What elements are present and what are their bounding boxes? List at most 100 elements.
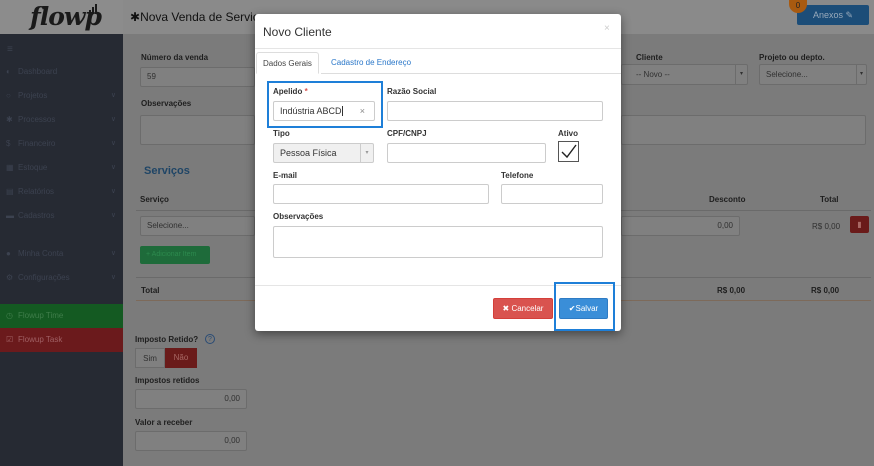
servico-select[interactable]: Selecione...	[140, 216, 255, 236]
sidebar-item-configuracoes[interactable]: ⚙ Configurações ∨	[0, 266, 123, 290]
user-icon: ●	[6, 249, 11, 258]
cancel-label: Cancelar	[511, 304, 544, 313]
help-icon[interactable]: ?	[205, 334, 215, 344]
sidebar-item-flowup-time[interactable]: ◷ Flowup Time	[0, 304, 123, 328]
impostos-retidos-input[interactable]: 0,00	[135, 389, 247, 409]
desconto-col-header: Desconto	[709, 195, 746, 204]
email-input[interactable]	[273, 184, 489, 204]
logo-signal-icon	[89, 4, 99, 14]
sidebar-item-label: Processos	[18, 115, 56, 124]
valor-receber-input[interactable]: 0,00	[135, 431, 247, 451]
cpf-cnpj-label: CPF/CNPJ	[387, 129, 427, 138]
sidebar: ≡ ◐ Dashboard ○ Projetos ∨ ✱ Processos ∨ $ Fin…	[0, 34, 123, 466]
dollar-icon: $	[6, 139, 11, 148]
sidebar-item-minha-conta[interactable]: ● Minha Conta ∨	[0, 242, 123, 266]
chevron-down-icon: ▾	[360, 144, 373, 162]
pencil-icon: ✎	[845, 10, 854, 20]
sidebar-item-label: Flowup Task	[18, 335, 63, 344]
sidebar-item-label: Estoque	[18, 163, 48, 172]
total-label: Total	[141, 286, 160, 295]
page-title-text: Nova Venda de Serviço	[140, 10, 266, 24]
total-col-header: Total	[820, 195, 839, 204]
valor-receber-label: Valor a receber	[135, 418, 193, 427]
sidebar-item-cadastros[interactable]: ▬ Cadastros ∨	[0, 204, 123, 228]
servicos-title: Serviços	[144, 165, 190, 177]
modal-title: Novo Cliente	[263, 25, 332, 39]
cliente-select[interactable]: -- Novo -- ▾	[621, 64, 748, 85]
sidebar-item-processos[interactable]: ✱ Processos ∨	[0, 108, 123, 132]
sidebar-item-dashboard[interactable]: ◐ Dashboard	[0, 60, 123, 84]
chevron-down-icon: ∨	[110, 250, 116, 257]
tab-cadastro-endereco[interactable]: Cadastro de Endereço	[325, 52, 417, 74]
modal-header-divider	[255, 48, 621, 49]
sidebar-item-label: Minha Conta	[18, 249, 64, 258]
anexos-label: Anexos	[812, 10, 843, 20]
sidebar-item-flowup-task[interactable]: ☑ Flowup Task	[0, 328, 123, 352]
folder-icon: ▬	[6, 211, 14, 220]
sidebar-item-label: Projetos	[18, 91, 48, 100]
tipo-label: Tipo	[273, 129, 290, 138]
page-title: ✱Nova Venda de Serviço	[130, 10, 266, 24]
numero-input[interactable]: 59	[140, 67, 255, 87]
novo-cliente-modal: Novo Cliente × Dados Gerais Cadastro de …	[255, 14, 621, 331]
servico-col-header: Serviço	[140, 195, 169, 204]
chevron-down-icon: ∨	[110, 212, 116, 219]
desconto-input[interactable]: 0,00	[621, 216, 740, 236]
menu-toggle-icon[interactable]: ≡	[7, 44, 13, 55]
projeto-select[interactable]: Selecione... ▾	[759, 64, 867, 85]
grid-icon: ▦	[6, 163, 14, 172]
tab-dados-gerais[interactable]: Dados Gerais	[256, 52, 319, 74]
telefone-input[interactable]	[501, 184, 603, 204]
tipo-select[interactable]: Pessoa Física ▾	[273, 143, 374, 163]
trash-icon: ▮	[857, 220, 862, 229]
observacoes-modal-input[interactable]	[273, 226, 603, 258]
cancel-button[interactable]: ✖ Cancelar	[493, 298, 553, 319]
ativo-label: Ativo	[558, 129, 578, 138]
table-icon: ▤	[6, 187, 14, 196]
sidebar-item-estoque[interactable]: ▦ Estoque ∨	[0, 156, 123, 180]
impostos-retidos-label: Impostos retidos	[135, 376, 200, 385]
chevron-down-icon: ∨	[110, 274, 116, 281]
add-item-button[interactable]: + Adicionar Item	[140, 246, 210, 264]
save-highlight	[554, 282, 615, 331]
delete-row-button[interactable]: ▮	[850, 216, 869, 233]
chevron-down-icon: ∨	[110, 164, 116, 171]
checkmark-icon	[561, 144, 577, 159]
close-icon[interactable]: ×	[604, 23, 610, 34]
razao-social-input[interactable]	[387, 101, 603, 121]
clock-icon: ◷	[6, 311, 13, 320]
numero-label: Número da venda	[141, 53, 209, 62]
observacoes-label: Observações	[141, 99, 192, 108]
tab-baseline	[321, 73, 621, 74]
ativo-checkbox[interactable]	[558, 141, 579, 162]
cpf-cnpj-input[interactable]	[387, 143, 546, 163]
tipo-select-value: Pessoa Física	[280, 148, 337, 158]
sim-toggle[interactable]: Sim	[135, 348, 165, 368]
chevron-down-icon: ∨	[110, 92, 116, 99]
chevron-down-icon: ▾	[735, 65, 747, 84]
sidebar-item-label: Financeiro	[18, 139, 56, 148]
tab-gap	[255, 73, 256, 74]
total-desconto: R$ 0,00	[717, 286, 746, 295]
email-label: E-mail	[273, 171, 298, 180]
razao-social-label: Razão Social	[387, 87, 437, 96]
anexos-button[interactable]: Anexos ✎	[797, 5, 869, 25]
cliente-label: Cliente	[636, 53, 663, 62]
chevron-down-icon: ∨	[110, 116, 116, 123]
folder-icon: ○	[6, 91, 11, 100]
sidebar-item-projetos[interactable]: ○ Projetos ∨	[0, 84, 123, 108]
sidebar-item-financeiro[interactable]: $ Financeiro ∨	[0, 132, 123, 156]
sidebar-item-label: Configurações	[18, 273, 70, 282]
chevron-down-icon: ∨	[110, 140, 116, 147]
telefone-label: Telefone	[501, 171, 534, 180]
cliente-select-value: -- Novo --	[636, 70, 670, 79]
row-total: R$ 0,00	[812, 222, 841, 231]
observacoes-input-right[interactable]	[621, 115, 866, 145]
sidebar-item-relatorios[interactable]: ▤ Relatórios ∨	[0, 180, 123, 204]
check-square-icon: ☑	[6, 335, 14, 344]
sidebar-item-label: Dashboard	[18, 67, 58, 76]
nao-toggle[interactable]: Não	[165, 348, 197, 368]
observacoes-input[interactable]	[140, 115, 255, 145]
gear-icon: ✱	[6, 115, 13, 124]
chevron-down-icon: ▾	[856, 65, 866, 84]
